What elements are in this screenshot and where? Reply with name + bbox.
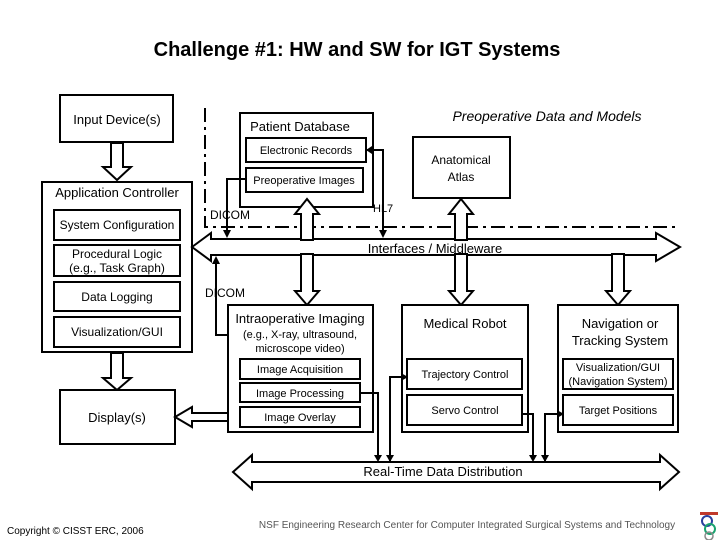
display-arrow-icon <box>100 352 134 392</box>
navigation-down-arrow-icon <box>603 253 633 307</box>
visualization-gui-label: Visualization/GUI <box>71 325 163 339</box>
middleware-label: Interfaces / Middleware <box>368 241 502 256</box>
medical-robot-title: Medical Robot <box>423 316 506 331</box>
trajectory-line <box>389 376 402 462</box>
image-processing-arrowhead-icon <box>374 455 382 462</box>
dicom-top-label: DICOM <box>210 208 250 222</box>
realtime-label: Real-Time Data Distribution <box>363 464 522 479</box>
intraoperative-imaging-sub-2: microscope video) <box>255 343 344 355</box>
hl7-label: HL7 <box>373 203 393 215</box>
servo-control-label: Servo Control <box>431 405 498 417</box>
servo-arrowhead-icon <box>529 455 537 462</box>
footer-center-text: NSF Engineering Research Center for Comp… <box>259 520 675 531</box>
procedural-logic-sublabel: (e.g., Task Graph) <box>69 261 165 275</box>
copyright-text: Copyright © CISST ERC, 2006 <box>7 526 144 537</box>
cisst-logo-icon <box>700 512 718 540</box>
igt-architecture-diagram: Challenge #1: HW and SW for IGT Systems … <box>7 39 718 540</box>
atlas-up-arrow-icon <box>446 197 476 241</box>
intraoperative-imaging-title: Intraoperative Imaging <box>235 311 364 326</box>
patient-database-title: Patient Database <box>250 119 350 134</box>
image-overlay-label: Image Overlay <box>264 412 336 424</box>
application-controller-title: Application Controller <box>55 185 179 200</box>
intraop-down-arrow-icon <box>292 253 322 307</box>
electronic-records-label: Electronic Records <box>260 145 353 157</box>
dicom-top-arrowhead-icon <box>223 230 231 238</box>
display-label: Display(s) <box>88 410 146 425</box>
target-bus-arrowhead-icon <box>541 455 549 462</box>
anatomical-atlas-box <box>412 136 511 199</box>
trajectory-bus-arrowhead-icon <box>386 455 394 462</box>
system-configuration-label: System Configuration <box>60 218 175 232</box>
preoperative-section-label: Preoperative Data and Models <box>452 108 641 124</box>
slide-title: Challenge #1: HW and SW for IGT Systems <box>154 39 561 61</box>
data-logging-label: Data Logging <box>81 290 152 304</box>
intraoperative-imaging-sub-1: (e.g., X-ray, ultrasound, <box>243 329 357 341</box>
navigation-gui-label-2: (Navigation System) <box>568 376 667 388</box>
image-processing-label: Image Processing <box>256 388 344 400</box>
dicom-bottom-label: DICOM <box>205 286 245 300</box>
anatomical-atlas-label: Anatomical <box>431 153 490 167</box>
trajectory-control-label: Trajectory Control <box>421 369 508 381</box>
input-arrow-icon <box>100 142 134 182</box>
dicom-bottom-arrowhead-icon <box>212 256 220 264</box>
navigation-title-1: Navigation or <box>582 316 659 331</box>
target-positions-label: Target Positions <box>579 405 658 417</box>
navigation-gui-label-1: Visualization/GUI <box>576 362 660 374</box>
procedural-logic-label: Procedural Logic <box>72 247 162 261</box>
target-positions-line <box>544 413 558 462</box>
input-device-label: Input Device(s) <box>73 112 160 127</box>
hl7-arrowhead-icon <box>379 230 387 238</box>
navigation-title-2: Tracking System <box>572 333 668 348</box>
robot-down-arrow-icon <box>446 253 476 307</box>
image-acquisition-label: Image Acquisition <box>257 364 343 376</box>
anatomical-atlas-label-2: Atlas <box>448 170 475 184</box>
preoperative-images-label: Preoperative Images <box>253 175 355 187</box>
